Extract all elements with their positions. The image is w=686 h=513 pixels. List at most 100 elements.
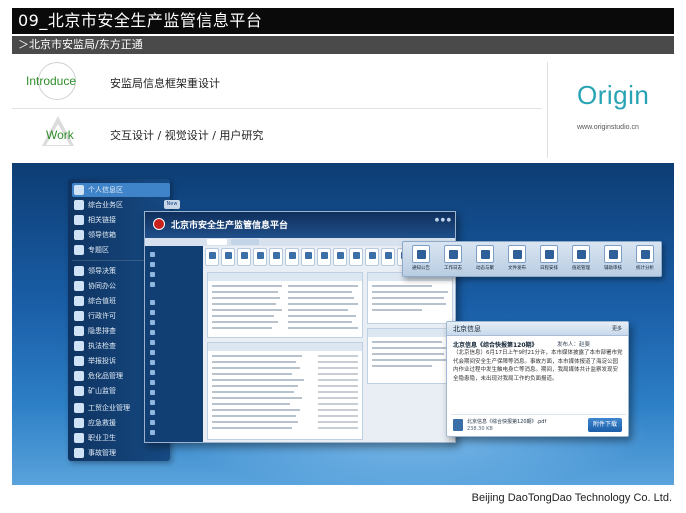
folder-icon bbox=[74, 245, 84, 255]
check-icon bbox=[74, 311, 84, 321]
sidebar-item[interactable] bbox=[148, 368, 200, 377]
sidebar-item[interactable] bbox=[148, 250, 200, 259]
sidebar-item[interactable] bbox=[148, 378, 200, 387]
work-label: Work bbox=[46, 128, 74, 142]
news-title: 北京信息《综合快报第120期》 bbox=[453, 342, 538, 349]
work-text: 交互设计 / 视觉设计 / 用户研究 bbox=[110, 129, 264, 142]
window-sidebar bbox=[145, 246, 203, 442]
toolbar-button[interactable] bbox=[253, 248, 267, 266]
quick-review-button[interactable]: 辅助审核 bbox=[601, 245, 625, 275]
news-popup: 北京信息 更多 北京信息《综合快报第120期》 发布人：赵斐 （北京信息）6月1… bbox=[446, 321, 629, 437]
window-header: 北京市安全生产监管信息平台 ● ● ● bbox=[145, 212, 455, 238]
calendar-icon bbox=[545, 250, 554, 259]
quick-notice-button[interactable]: 通知公告 bbox=[409, 245, 433, 275]
content-panel bbox=[207, 342, 363, 440]
work-row: Work 交互设计 / 视觉设计 / 用户研究 bbox=[12, 110, 542, 160]
dynamic-icon bbox=[481, 250, 490, 259]
sidebar-item[interactable] bbox=[148, 318, 200, 327]
quick-duty-button[interactable]: 值班管理 bbox=[569, 245, 593, 275]
quick-stats-button[interactable]: 统计分析 bbox=[633, 245, 657, 275]
phone-icon bbox=[74, 356, 84, 366]
log-icon bbox=[449, 250, 458, 259]
grid-icon bbox=[74, 200, 84, 210]
pdf-file-icon bbox=[453, 419, 463, 431]
menu-item-personal[interactable]: 个人信息区 bbox=[72, 183, 170, 197]
introduce-row: Introduce 安监局信息框架重设计 bbox=[12, 58, 542, 108]
sidebar-item[interactable] bbox=[148, 328, 200, 337]
menu-item-business[interactable]: 综合业务区 New bbox=[72, 198, 180, 212]
sidebar-item[interactable] bbox=[148, 298, 200, 307]
toolbar-button[interactable] bbox=[301, 248, 315, 266]
sidebar-item[interactable] bbox=[148, 418, 200, 427]
sidebar-item[interactable] bbox=[148, 280, 200, 289]
nav-tab[interactable] bbox=[231, 239, 259, 245]
toolbar-button[interactable] bbox=[333, 248, 347, 266]
quick-schedule-button[interactable]: 日程安排 bbox=[537, 245, 561, 275]
news-attachment: 北京信息《综合快报第120期》.pdf 238.30 KB 附件下载 bbox=[451, 414, 626, 434]
warning-icon bbox=[74, 326, 84, 336]
sidebar-item[interactable] bbox=[148, 428, 200, 437]
panel-header bbox=[208, 273, 362, 281]
menu-item-accident[interactable]: 事故管理 bbox=[72, 446, 170, 460]
quick-dynamic-button[interactable]: 动态与聚 bbox=[473, 245, 497, 275]
content-panel bbox=[367, 272, 453, 324]
car-icon bbox=[74, 448, 84, 458]
org-icon bbox=[74, 215, 84, 225]
quick-icon-bar: 通知公告 工作日志 动态与聚 文件发布 日程安排 值班管理 辅助审核 统计分析 bbox=[402, 241, 662, 277]
sidebar-item[interactable] bbox=[148, 260, 200, 269]
sidebar-item[interactable] bbox=[148, 308, 200, 317]
toolbar-button[interactable] bbox=[237, 248, 251, 266]
factory-icon bbox=[74, 403, 84, 413]
intro-section: Introduce 安监局信息框架重设计 Work 交互设计 / 视觉设计 / … bbox=[12, 58, 674, 162]
first-aid-icon bbox=[74, 418, 84, 428]
book-icon bbox=[74, 185, 84, 195]
vertical-divider bbox=[547, 62, 548, 158]
toolbar-button[interactable] bbox=[317, 248, 331, 266]
origin-url: www.originstudio.cn bbox=[577, 124, 639, 131]
emblem-icon bbox=[153, 218, 165, 230]
sidebar-item[interactable] bbox=[148, 408, 200, 417]
sidebar-item[interactable] bbox=[148, 270, 200, 279]
panel-header bbox=[208, 343, 362, 351]
page-title: 09_北京市安全生产监管信息平台 bbox=[12, 8, 674, 34]
hammer-icon bbox=[74, 341, 84, 351]
clock-icon bbox=[74, 296, 84, 306]
panel-header bbox=[368, 329, 452, 337]
notice-icon bbox=[417, 250, 426, 259]
file-icon bbox=[513, 250, 522, 259]
page-subtitle: ＞北京市安监局/东方正通 bbox=[12, 36, 674, 54]
divider bbox=[12, 108, 542, 109]
sidebar-item[interactable] bbox=[148, 358, 200, 367]
sidebar-item[interactable] bbox=[148, 388, 200, 397]
toolbar-button[interactable] bbox=[269, 248, 283, 266]
user-icon bbox=[74, 230, 84, 240]
duty-icon bbox=[577, 250, 586, 259]
origin-logo: Origin bbox=[577, 80, 650, 110]
window-tools: ● ● ● bbox=[434, 217, 451, 223]
sidebar-item[interactable] bbox=[148, 398, 200, 407]
toolbar-button[interactable] bbox=[365, 248, 379, 266]
flask-icon bbox=[74, 371, 84, 381]
nav-tab[interactable] bbox=[207, 239, 227, 245]
quick-file-button[interactable]: 文件发布 bbox=[505, 245, 529, 275]
page: 09_北京市安全生产监管信息平台 ＞北京市安监局/东方正通 Introduce … bbox=[0, 0, 686, 513]
mine-icon bbox=[74, 386, 84, 396]
quick-log-button[interactable]: 工作日志 bbox=[441, 245, 465, 275]
chart-icon bbox=[74, 266, 84, 276]
toolbar-button[interactable] bbox=[285, 248, 299, 266]
news-body: （北京信息）6月17日上午9时21分许，本市媒体披露了本市部署市党代会期间安全生… bbox=[453, 350, 623, 382]
sidebar-item[interactable] bbox=[148, 338, 200, 347]
shield-icon bbox=[74, 433, 84, 443]
people-icon bbox=[74, 281, 84, 291]
download-button[interactable]: 附件下载 bbox=[588, 418, 622, 432]
toolbar-button[interactable] bbox=[381, 248, 395, 266]
toolbar-button[interactable] bbox=[221, 248, 235, 266]
content-panel bbox=[207, 272, 363, 338]
toolbar-button[interactable] bbox=[349, 248, 363, 266]
news-more-link[interactable]: 更多 bbox=[612, 325, 622, 332]
toolbar-button[interactable] bbox=[205, 248, 219, 266]
window-title: 北京市安全生产监管信息平台 bbox=[171, 221, 289, 231]
sidebar-item[interactable] bbox=[148, 348, 200, 357]
stats-icon bbox=[641, 250, 650, 259]
attachment-size: 238.30 KB bbox=[467, 426, 493, 432]
